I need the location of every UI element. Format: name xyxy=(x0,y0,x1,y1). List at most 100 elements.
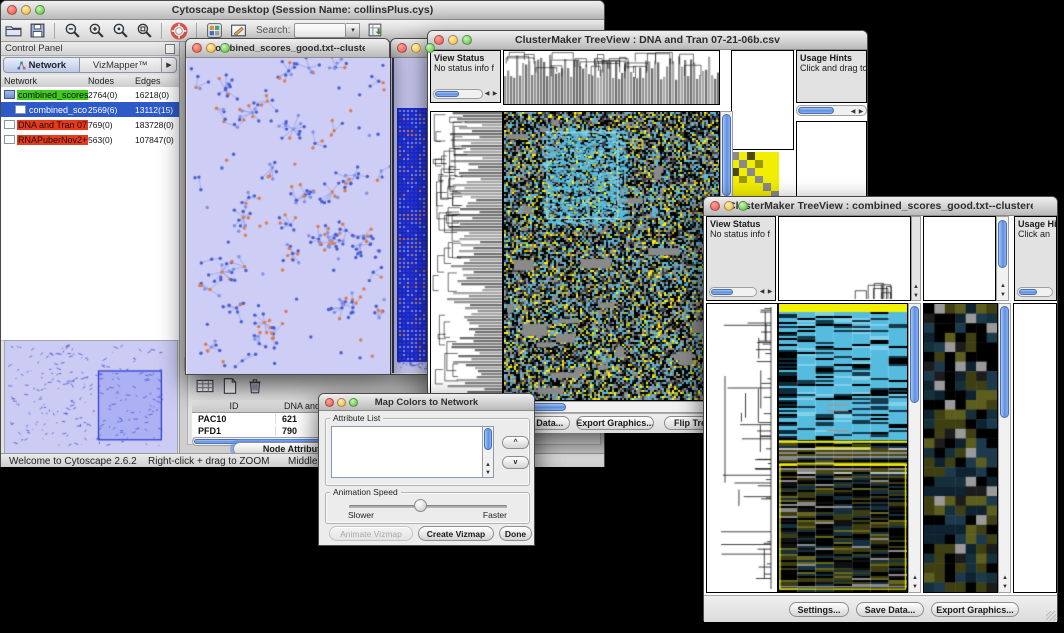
matrix-cell[interactable] xyxy=(739,168,747,176)
speed-slider-thumb[interactable] xyxy=(414,499,427,512)
move-down-button[interactable]: v xyxy=(502,456,529,469)
gene-label[interactable] xyxy=(1014,385,1056,394)
row-dendrogram-canvas[interactable] xyxy=(431,112,502,400)
gene-label[interactable] xyxy=(1014,412,1056,421)
zoom-button[interactable] xyxy=(220,43,230,53)
matrix-cell[interactable] xyxy=(739,160,747,168)
tab-network[interactable]: Network xyxy=(3,57,80,73)
attribute-item[interactable] xyxy=(332,445,493,454)
col-header-edges[interactable]: Edges xyxy=(135,76,179,86)
zoom-button[interactable] xyxy=(738,201,748,211)
gene-label[interactable] xyxy=(1014,475,1056,484)
save-icon[interactable] xyxy=(28,22,46,40)
gene-label[interactable] xyxy=(797,182,866,194)
gene-label[interactable] xyxy=(1014,511,1056,520)
resize-grip[interactable] xyxy=(1046,611,1056,621)
animate-vizmap-button[interactable]: Animate Vizmap xyxy=(329,526,413,541)
tab-vizmapper[interactable]: VizMapper™ xyxy=(80,57,162,73)
heatmap-panel[interactable] xyxy=(503,111,720,401)
usage-hscrollbar[interactable] xyxy=(1017,287,1053,297)
row-dendrogram-panel[interactable] xyxy=(430,111,503,401)
gene-label[interactable] xyxy=(797,146,866,158)
matrix-cell[interactable] xyxy=(747,160,755,168)
close-button[interactable] xyxy=(325,398,334,407)
heatmap-vscrollbar[interactable]: ▲ ▼ xyxy=(908,303,921,593)
zoom-heatmap-canvas[interactable] xyxy=(924,304,997,592)
gene-label[interactable] xyxy=(1014,502,1056,511)
col-header-network[interactable]: Network xyxy=(1,76,88,86)
gene-label[interactable] xyxy=(1014,448,1056,457)
matrix-cell[interactable] xyxy=(763,168,771,176)
matrix-cell[interactable] xyxy=(763,160,771,168)
column-dendrogram-canvas[interactable] xyxy=(504,51,719,104)
create-vizmap-button[interactable]: Create Vizmap xyxy=(418,526,494,541)
gene-label[interactable] xyxy=(1014,583,1056,592)
float-panel-icon[interactable] xyxy=(165,44,175,54)
scroll-right-icon[interactable]: ▶ xyxy=(766,289,774,295)
matrix-cell[interactable] xyxy=(739,176,747,184)
gene-label[interactable] xyxy=(1014,439,1056,448)
similarity-matrix[interactable] xyxy=(731,152,779,199)
network-list-row[interactable]: combined_sco 2569(6) 13112(15) xyxy=(1,102,179,117)
gene-label[interactable] xyxy=(1014,358,1056,367)
network-view-canvas[interactable] xyxy=(187,58,390,374)
zoom-out-icon[interactable] xyxy=(63,22,81,40)
gene-label[interactable] xyxy=(1014,520,1056,529)
scroll-left-icon[interactable]: ◀ xyxy=(758,289,766,295)
gene-label[interactable] xyxy=(1014,349,1056,358)
close-button[interactable] xyxy=(397,43,407,53)
dialog-titlebar[interactable]: Map Colors to Network xyxy=(319,394,534,411)
zoom-button[interactable] xyxy=(462,35,472,45)
gene-label[interactable] xyxy=(797,122,866,134)
gene-label[interactable] xyxy=(797,158,866,170)
network1-titlebar[interactable]: combined_scores_good.txt--cluste... xyxy=(186,39,389,58)
attribute-item[interactable] xyxy=(332,463,493,472)
close-button[interactable] xyxy=(710,201,720,211)
column-dendrogram-panel[interactable] xyxy=(778,216,911,301)
treeview1-titlebar[interactable]: ClusterMaker TreeView : DNA and Tran 07-… xyxy=(428,31,867,50)
scroll-left-icon[interactable]: ◀ xyxy=(483,91,491,97)
gene-label[interactable] xyxy=(1014,367,1056,376)
gene-label[interactable] xyxy=(1014,538,1056,547)
scroll-left-icon[interactable]: ◀ xyxy=(849,109,857,115)
labels-vscrollbar[interactable]: ▲ ▼ xyxy=(996,216,1009,301)
zoom-button[interactable] xyxy=(349,398,358,407)
heatmap-canvas[interactable] xyxy=(779,304,907,592)
matrix-cell[interactable] xyxy=(755,183,763,191)
matrix-cell[interactable] xyxy=(747,183,755,191)
gene-label[interactable] xyxy=(1014,421,1056,430)
matrix-cell[interactable] xyxy=(739,152,747,160)
col-header-nodes[interactable]: Nodes xyxy=(88,76,135,86)
heatmap-hscrollbar[interactable] xyxy=(503,401,720,413)
close-button[interactable] xyxy=(7,5,17,15)
network-overview-canvas[interactable] xyxy=(5,341,175,452)
matrix-cell[interactable] xyxy=(755,152,763,160)
row-dendrogram-canvas[interactable] xyxy=(707,304,777,592)
gene-label[interactable] xyxy=(797,134,866,146)
gene-label[interactable] xyxy=(1014,322,1056,331)
scroll-down-icon[interactable]: ▼ xyxy=(911,584,919,590)
gene-label[interactable] xyxy=(1014,394,1056,403)
search-dropdown-button[interactable]: ▾ xyxy=(346,23,360,38)
network-list-row[interactable]: combined_scores 2764(0) 16218(0) xyxy=(1,87,179,102)
gene-label[interactable] xyxy=(1014,466,1056,475)
matrix-cell[interactable] xyxy=(755,168,763,176)
gene-label[interactable] xyxy=(1014,574,1056,583)
attribute-item[interactable] xyxy=(332,436,493,445)
gene-label[interactable] xyxy=(1014,556,1056,565)
help-icon[interactable] xyxy=(170,22,188,40)
network-list-row[interactable]: DNA and Tran 07 769(0) 183728(0) xyxy=(1,117,179,132)
matrix-cell[interactable] xyxy=(771,183,779,191)
delete-attribute-icon[interactable] xyxy=(246,377,264,395)
matrix-cell[interactable] xyxy=(771,152,779,160)
matrix-cell[interactable] xyxy=(747,176,755,184)
heatmap-panel[interactable] xyxy=(778,303,908,593)
attribute-item[interactable] xyxy=(332,454,493,463)
matrix-cell[interactable] xyxy=(771,160,779,168)
gene-label[interactable] xyxy=(1014,547,1056,556)
attribute-listbox[interactable]: ▲ ▼ xyxy=(331,426,494,478)
minimize-button[interactable] xyxy=(337,398,346,407)
scroll-right-icon[interactable]: ▶ xyxy=(491,91,499,97)
minimize-button[interactable] xyxy=(411,43,421,53)
open-icon[interactable] xyxy=(4,22,22,40)
